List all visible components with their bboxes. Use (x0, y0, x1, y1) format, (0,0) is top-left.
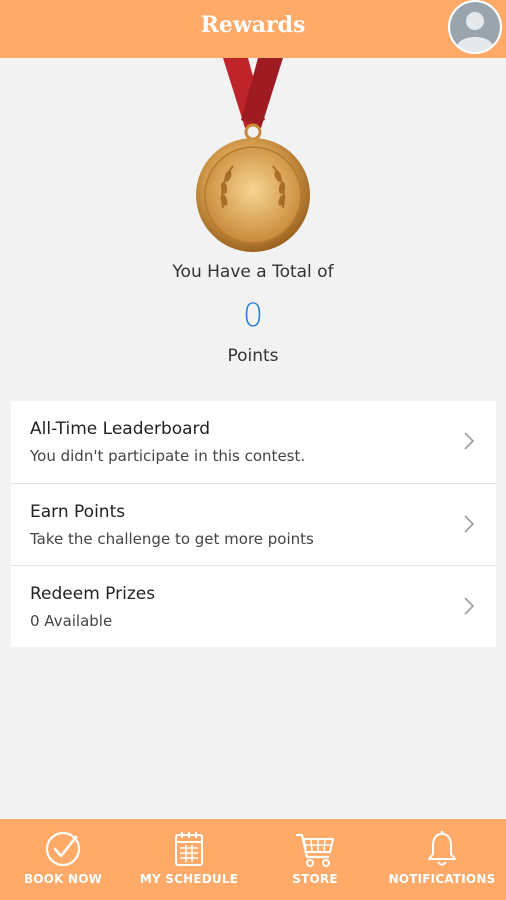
tab-book-now[interactable]: BOOK NOW (0, 819, 126, 900)
redeem-prizes-row[interactable]: Redeem Prizes 0 Available (11, 565, 496, 647)
check-circle-icon (45, 831, 81, 867)
list-item-subtitle: 0 Available (30, 612, 113, 630)
chevron-right-icon (464, 432, 474, 450)
calendar-icon (175, 832, 203, 866)
medal-image (193, 58, 313, 258)
user-avatar-icon (450, 2, 500, 52)
tab-notifications[interactable]: NOTIFICATIONS (378, 819, 506, 900)
tab-label: MY SCHEDULE (139, 872, 239, 886)
list-item-title: Earn Points (30, 502, 126, 522)
bell-icon (428, 831, 456, 866)
cart-icon (296, 833, 335, 867)
app-header: Rewards (0, 0, 506, 58)
points-value: 0 (242, 296, 264, 334)
chevron-right-icon (464, 597, 474, 615)
rewards-list: All-Time Leaderboard You didn't particip… (11, 401, 496, 647)
tab-label: STORE (292, 872, 338, 886)
medal-icon (196, 58, 310, 252)
tab-my-schedule[interactable]: MY SCHEDULE (126, 819, 252, 900)
chevron-right-icon (464, 515, 474, 533)
page-title: Rewards (200, 12, 306, 38)
list-item-subtitle: Take the challenge to get more points (30, 530, 314, 548)
tab-store[interactable]: STORE (252, 819, 378, 900)
list-item-title: Redeem Prizes (30, 584, 156, 604)
leaderboard-row[interactable]: All-Time Leaderboard You didn't particip… (11, 401, 496, 483)
list-item-title: All-Time Leaderboard (30, 419, 211, 439)
avatar[interactable] (448, 0, 502, 54)
tab-label: BOOK NOW (23, 872, 103, 886)
points-label: Points (227, 346, 279, 366)
tab-label: NOTIFICATIONS (388, 872, 496, 886)
list-item-subtitle: You didn't participate in this contest. (30, 447, 306, 465)
bottom-tab-bar: BOOK NOW MY SCHEDULE STORE NOTIFICATIONS (0, 819, 506, 900)
total-label: You Have a Total of (172, 262, 334, 282)
earn-points-row[interactable]: Earn Points Take the challenge to get mo… (11, 483, 496, 565)
